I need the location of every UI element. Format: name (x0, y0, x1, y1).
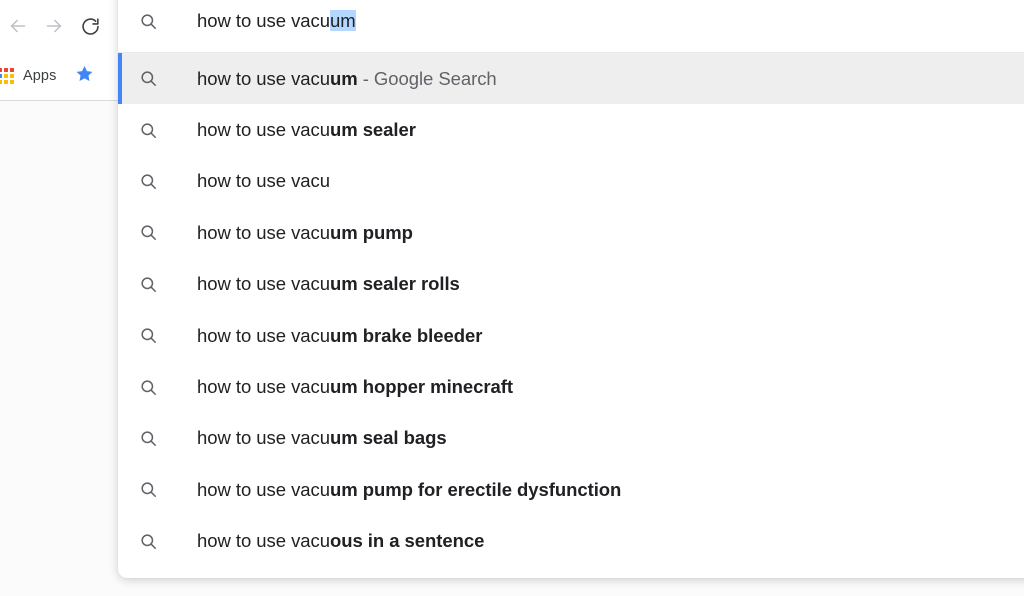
suggestion-prefix: how to use vacu (197, 530, 330, 552)
suggestion-row[interactable]: how to use vacuum sealer rolls (118, 258, 1024, 310)
omnibox-inline-autocomplete: um (329, 10, 356, 31)
suggestion-text: how to use vacu (197, 170, 330, 192)
bookmark-apps[interactable]: Apps (0, 62, 62, 90)
bookmark-apps-label: Apps (23, 68, 57, 84)
suggestion-row[interactable]: how to use vacuum sealer (118, 104, 1024, 156)
suggestion-text: how to use vacuum pump (197, 222, 413, 244)
suggestion-prefix: how to use vacu (197, 170, 330, 192)
search-icon (138, 11, 158, 31)
browser-chrome: Apps (0, 0, 124, 101)
star-bookmark-icon (75, 64, 94, 88)
suggestion-text: how to use vacuum seal bags (197, 427, 447, 449)
suggestion-completion: um pump for erectile dysfunction (329, 478, 622, 500)
suggestion-completion: um (329, 67, 358, 89)
bookmarks-bar-divider (0, 100, 124, 101)
suggestion-prefix: how to use vacu (197, 324, 330, 346)
suggestion-text: how to use vacuum sealer (197, 119, 416, 141)
suggestion-row[interactable]: how to use vacuum pump (118, 207, 1024, 259)
suggestion-row[interactable]: how to use vacuum seal bags (118, 412, 1024, 465)
suggestion-prefix: how to use vacu (197, 273, 330, 295)
bookmark-starred[interactable] (70, 62, 98, 90)
search-icon (138, 480, 158, 500)
browser-toolbar (0, 0, 124, 52)
suggestion-prefix: how to use vacu (197, 67, 330, 89)
omnibox-input-text: how to use vacuum (197, 10, 356, 32)
suggestion-description: - Google Search (357, 67, 497, 89)
suggestion-row[interactable]: how to use vacuum brake bleeder (118, 309, 1024, 362)
suggestion-text: how to use vacuum brake bleeder (197, 325, 482, 347)
suggestion-row[interactable]: how to use vacu (118, 155, 1024, 208)
suggestion-text: how to use vacuum sealer rolls (197, 273, 460, 295)
apps-grid-icon (0, 68, 14, 84)
omnibox-dropdown: how to use vacuum how to use vacuum - Go… (118, 0, 1024, 578)
suggestion-text: how to use vacuum hopper minecraft (197, 376, 513, 398)
search-icon (138, 120, 158, 140)
suggestion-prefix: how to use vacu (197, 478, 330, 500)
suggestion-completion: um hopper minecraft (329, 376, 514, 398)
page-content-background (0, 101, 124, 596)
suggestion-text: how to use vacuum pump for erectile dysf… (197, 479, 621, 501)
omnibox-input-row[interactable]: how to use vacuum (118, 0, 1024, 52)
suggestion-row[interactable]: how to use vacuum - Google Search (118, 53, 1024, 105)
suggestion-row[interactable]: how to use vacuum pump for erectile dysf… (118, 464, 1024, 516)
search-icon (138, 428, 158, 448)
omnibox-typed-text: how to use vacu (197, 10, 330, 31)
suggestion-prefix: how to use vacu (197, 221, 330, 243)
suggestion-prefix: how to use vacu (197, 376, 330, 398)
suggestion-row[interactable]: how to use vacuous in a sentence (118, 515, 1024, 567)
reload-button[interactable] (72, 8, 108, 44)
suggestion-prefix: how to use vacu (197, 427, 330, 449)
suggestion-completion: um pump (329, 221, 413, 243)
arrow-left-icon (7, 15, 29, 37)
suggestion-text: how to use vacuous in a sentence (197, 530, 484, 552)
search-icon (138, 171, 158, 191)
back-button[interactable] (0, 8, 36, 44)
suggestion-text: how to use vacuum - Google Search (197, 68, 497, 90)
suggestion-completion: um brake bleeder (329, 324, 483, 346)
suggestion-row[interactable]: how to use vacuum hopper minecraft (118, 361, 1024, 413)
bookmarks-bar: Apps (0, 52, 124, 100)
suggestion-completion: um sealer (329, 119, 416, 141)
suggestion-completion: um seal bags (329, 427, 447, 449)
suggestion-completion: um sealer rolls (329, 273, 460, 295)
search-icon (138, 377, 158, 397)
search-icon (138, 69, 158, 89)
search-icon (138, 531, 158, 551)
search-icon (138, 274, 158, 294)
reload-icon (80, 16, 101, 37)
page-content-background-lower (0, 578, 1024, 596)
browser-window: Apps how to use vacuum how to use vacuum… (0, 0, 1024, 596)
suggestion-prefix: how to use vacu (197, 119, 330, 141)
search-icon (138, 223, 158, 243)
suggestion-completion: ous in a sentence (329, 530, 485, 552)
forward-button[interactable] (36, 8, 72, 44)
suggestion-list: how to use vacuum - Google Search how to … (118, 53, 1024, 567)
arrow-right-icon (43, 15, 65, 37)
search-icon (138, 326, 158, 346)
